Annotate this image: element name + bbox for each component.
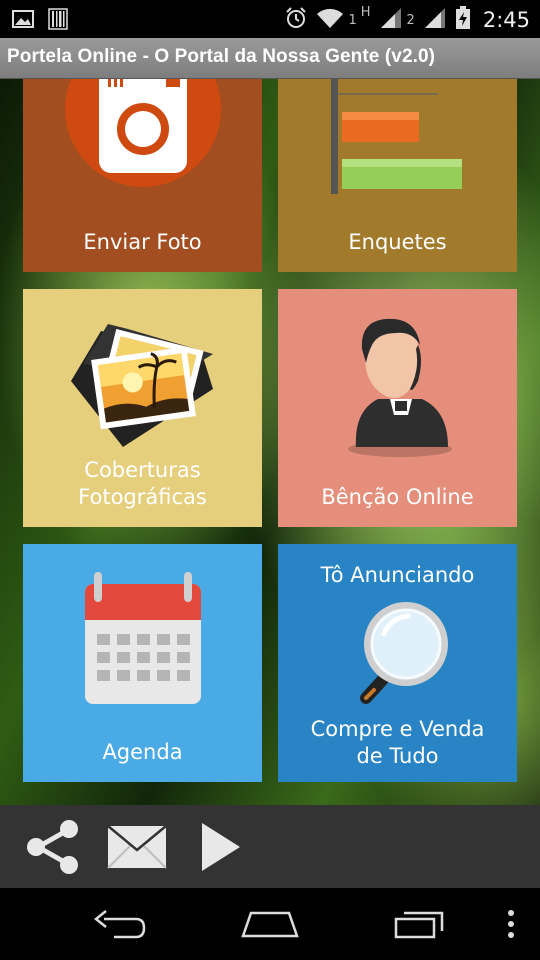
- app-title-bar: Portela Online - O Portal da Nossa Gente…: [0, 38, 540, 79]
- recents-button[interactable]: [380, 888, 460, 960]
- network-type-2: 2: [406, 12, 415, 28]
- signal-icon-2: [423, 7, 447, 33]
- tile-label: Enviar Foto: [83, 230, 202, 254]
- tile-label-line2: de Tudo: [356, 744, 439, 768]
- navigation-bar: [0, 888, 540, 960]
- play-icon: [202, 822, 240, 871]
- calendar-icon: [85, 572, 201, 704]
- tile-label-line1: Coberturas: [84, 458, 201, 482]
- tile-label-line2: Fotográficas: [78, 485, 207, 509]
- network-type-h: H: [360, 4, 371, 20]
- mail-button[interactable]: [104, 805, 170, 888]
- bar-chart-icon: [331, 79, 462, 194]
- battery-charging-icon: [455, 6, 471, 34]
- share-button[interactable]: [20, 805, 86, 888]
- barcode-icon: [48, 8, 68, 34]
- magnifier-icon: [360, 602, 448, 704]
- clock: 2:45: [482, 8, 530, 32]
- tile-coberturas-fotograficas[interactable]: Coberturas Fotográficas: [23, 289, 262, 527]
- tile-label: Bênção Online: [321, 485, 474, 509]
- photos-folder-icon: [71, 324, 213, 447]
- wifi-icon: [316, 7, 344, 33]
- tile-enviar-foto[interactable]: Enviar Foto: [23, 79, 262, 272]
- tile-top-label: Tô Anunciando: [320, 563, 475, 587]
- camera-icon: [65, 79, 221, 187]
- tile-grid: Enviar Foto Enquetes Coberturas Fotográf…: [0, 79, 540, 805]
- priest-icon: [348, 318, 452, 457]
- tile-agenda[interactable]: Agenda: [23, 544, 262, 782]
- tile-enquetes[interactable]: Enquetes: [278, 79, 517, 272]
- network-type-1: 1: [348, 12, 357, 28]
- tile-label-line1: Compre e Venda: [310, 717, 485, 741]
- status-bar: 1 H 2 2:45: [0, 0, 540, 38]
- home-icon: [241, 911, 299, 938]
- alarm-icon: [284, 6, 308, 34]
- tile-bencao-online[interactable]: Bênção Online: [278, 289, 517, 527]
- tile-label: Enquetes: [348, 230, 447, 254]
- play-button[interactable]: [188, 805, 250, 888]
- overflow-menu-button[interactable]: [494, 888, 528, 960]
- image-icon: [12, 8, 34, 34]
- app-title: Portela Online - O Portal da Nossa Gente…: [7, 46, 436, 67]
- share-icon: [27, 819, 78, 874]
- back-icon: [93, 910, 146, 939]
- menu-icon: [508, 910, 514, 938]
- bottom-toolbar: [0, 805, 540, 888]
- signal-icon: [379, 7, 403, 33]
- tile-to-anunciando[interactable]: Tô Anunciando Compre e Venda de Tudo: [278, 544, 517, 782]
- home-button[interactable]: [230, 888, 310, 960]
- mail-icon: [107, 824, 167, 869]
- tile-label: Agenda: [102, 740, 183, 764]
- back-button[interactable]: [80, 888, 160, 960]
- recents-icon: [394, 911, 444, 939]
